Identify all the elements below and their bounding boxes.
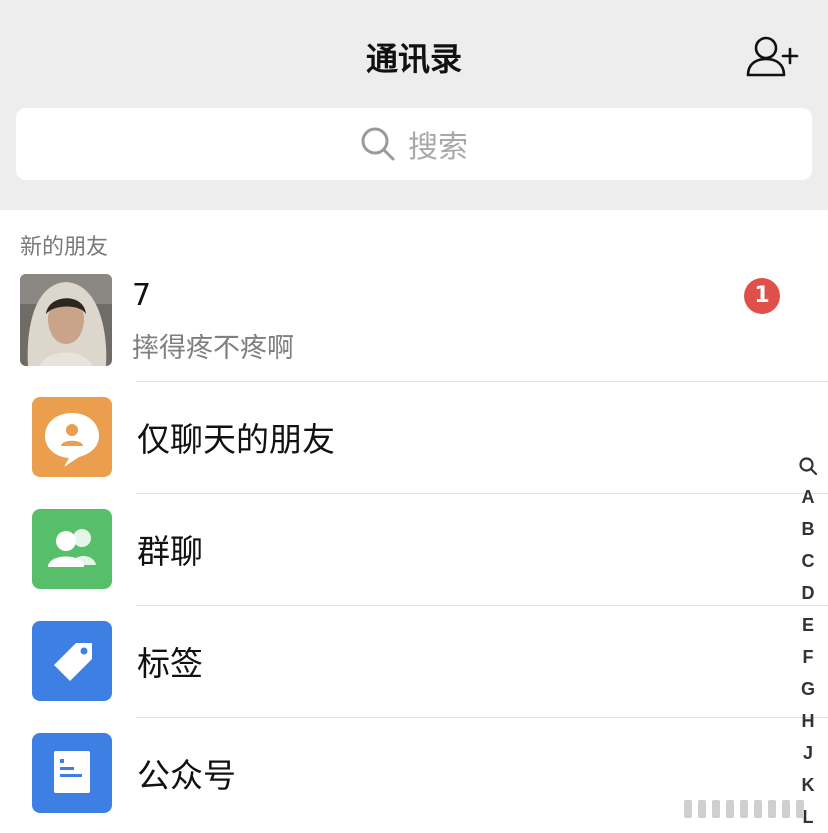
index-letter-g[interactable]: G [794, 673, 822, 705]
group-chat-icon [32, 509, 112, 589]
add-friend-icon[interactable] [744, 34, 800, 80]
menu-item-official-accounts[interactable]: 公众号 [0, 717, 790, 829]
top-bar: 通讯录 搜索 [0, 0, 828, 210]
index-letter-j[interactable]: J [794, 737, 822, 769]
menu-label: 群聊 [137, 532, 203, 571]
menu-label: 公众号 [137, 756, 236, 795]
avatar [20, 274, 112, 366]
section-label-new-friends: 新的朋友 [20, 235, 109, 260]
alphabet-index[interactable]: A B C D E F G H J K L [794, 449, 822, 833]
page-title: 通讯录 [365, 40, 462, 78]
search-icon [361, 127, 395, 161]
search-placeholder: 搜索 [408, 130, 468, 165]
menu-item-chat-only-friends[interactable]: 仅聊天的朋友 [0, 381, 790, 493]
index-letter-b[interactable]: B [794, 513, 822, 545]
official-account-icon [32, 733, 112, 813]
menu-label: 标签 [137, 644, 203, 683]
new-friend-row[interactable]: 7 摔得疼不疼啊 1 [0, 266, 828, 380]
tag-icon [32, 621, 112, 701]
index-letter-a[interactable]: A [794, 481, 822, 513]
menu-label: 仅聊天的朋友 [137, 420, 335, 459]
index-letter-f[interactable]: F [794, 641, 822, 673]
friend-name: 7 [132, 278, 152, 313]
search-bar[interactable]: 搜索 [16, 108, 812, 180]
index-letter-d[interactable]: D [794, 577, 822, 609]
unread-badge: 1 [744, 278, 780, 314]
watermark-strip [682, 796, 818, 822]
menu-item-group-chat[interactable]: 群聊 [0, 493, 790, 605]
friend-message: 摔得疼不疼啊 [132, 333, 294, 364]
index-letter-c[interactable]: C [794, 545, 822, 577]
index-letter-e[interactable]: E [794, 609, 822, 641]
chat-only-friends-icon [32, 397, 112, 477]
menu-item-tags[interactable]: 标签 [0, 605, 790, 717]
index-letter-h[interactable]: H [794, 705, 822, 737]
index-search-icon[interactable] [794, 449, 822, 481]
